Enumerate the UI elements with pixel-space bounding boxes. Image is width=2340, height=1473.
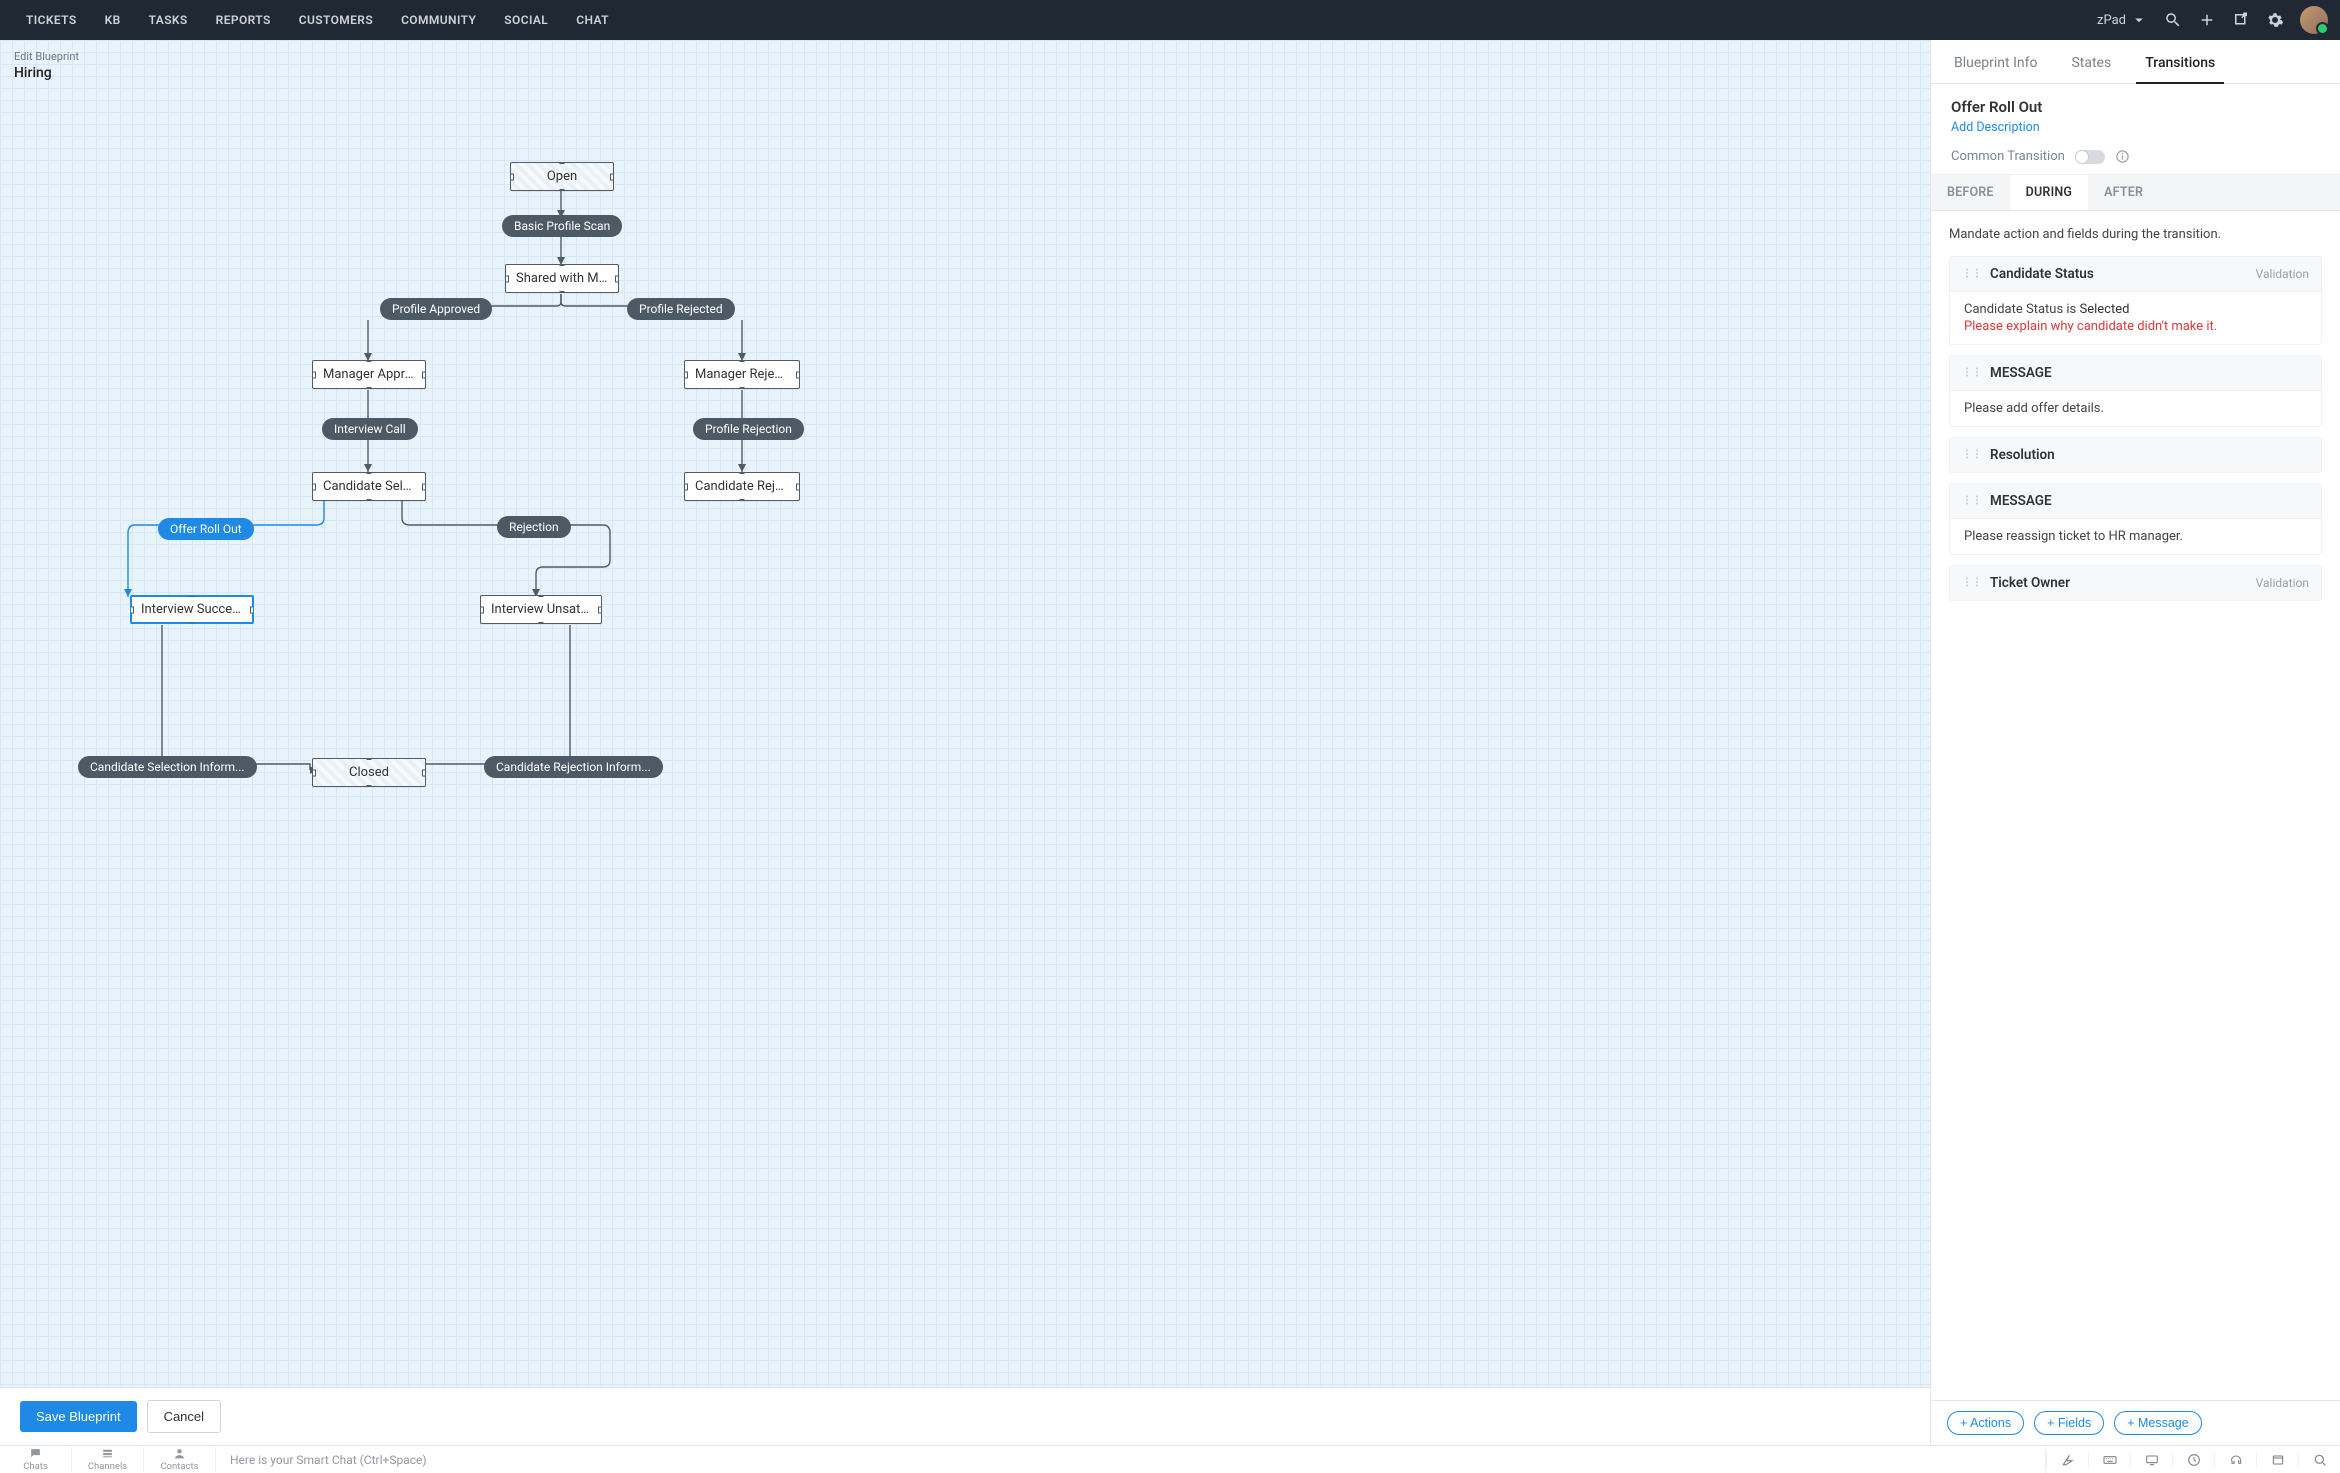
zia-icon[interactable]: [2046, 1452, 2088, 1468]
channels-icon: [101, 1447, 114, 1460]
transition-title: Offer Roll Out: [1951, 98, 2320, 116]
workspace-label: zPad: [2097, 13, 2126, 28]
drag-handle-icon[interactable]: ⋮⋮: [1962, 269, 1982, 279]
blueprint-canvas[interactable]: Open Basic Profile Scan Shared with Mana…: [0, 40, 1930, 1387]
transition-offer-roll-out[interactable]: Offer Roll Out: [158, 518, 254, 540]
gear-icon[interactable]: [2266, 11, 2284, 29]
transition-profile-rejection[interactable]: Profile Rejection: [693, 418, 804, 440]
blueprint-canvas-wrap: Edit Blueprint Hiring: [0, 40, 1930, 1445]
window-icon[interactable]: [2256, 1452, 2298, 1468]
nav-kb[interactable]: KB: [91, 0, 135, 40]
validation-error: Please explain why candidate didn't make…: [1964, 319, 2307, 334]
card-message-1[interactable]: ⋮⋮MESSAGE Please add offer details.: [1949, 355, 2322, 427]
nav-community[interactable]: COMMUNITY: [387, 0, 490, 40]
nav-social[interactable]: SOCIAL: [490, 0, 562, 40]
screen-icon[interactable]: [2130, 1452, 2172, 1468]
clock-icon[interactable]: [2172, 1452, 2214, 1468]
common-transition-label: Common Transition: [1951, 149, 2065, 164]
drag-handle-icon[interactable]: ⋮⋮: [1962, 578, 1982, 588]
state-closed[interactable]: Closed: [312, 758, 426, 787]
breadcrumb: Edit Blueprint: [14, 50, 79, 63]
transition-basic-profile-scan[interactable]: Basic Profile Scan: [502, 215, 622, 237]
card-candidate-status[interactable]: ⋮⋮Candidate StatusValidation Candidate S…: [1949, 256, 2322, 345]
add-fields-button[interactable]: + Fields: [2034, 1411, 2104, 1435]
search-icon-bottom[interactable]: [2298, 1452, 2340, 1468]
nav-tickets[interactable]: TICKETS: [12, 0, 91, 40]
nav-reports[interactable]: REPORTS: [202, 0, 285, 40]
keyboard-icon[interactable]: [2088, 1452, 2130, 1468]
info-icon[interactable]: [2115, 149, 2130, 164]
stage-tab-before[interactable]: BEFORE: [1931, 175, 2010, 210]
cancel-button[interactable]: Cancel: [147, 1400, 221, 1433]
transition-candidate-selection-inform[interactable]: Candidate Selection Inform...: [78, 756, 257, 778]
blueprint-title: Hiring: [14, 65, 79, 81]
nav-chat[interactable]: CHAT: [562, 0, 623, 40]
stage-hint: Mandate action and fields during the tra…: [1949, 227, 2322, 242]
save-blueprint-button[interactable]: Save Blueprint: [20, 1401, 137, 1432]
state-manager-rejected[interactable]: Manager Rejected: [684, 360, 800, 389]
workspace-switcher[interactable]: zPad: [2097, 11, 2148, 29]
state-interview-unsatisfactory[interactable]: Interview Unsatisf...: [480, 595, 602, 624]
chevron-down-icon: [2130, 11, 2148, 29]
stage-tab-after[interactable]: AFTER: [2088, 175, 2159, 210]
top-nav: TICKETS KB TASKS REPORTS CUSTOMERS COMMU…: [0, 0, 2340, 40]
drag-handle-icon[interactable]: ⋮⋮: [1962, 496, 1982, 506]
avatar[interactable]: [2300, 6, 2328, 34]
state-shared-with-manager[interactable]: Shared with Mana...: [505, 264, 619, 293]
transition-rejection[interactable]: Rejection: [497, 516, 571, 538]
state-manager-approved[interactable]: Manager Approved: [312, 360, 426, 389]
search-icon[interactable]: [2164, 11, 2182, 29]
transition-profile-rejected[interactable]: Profile Rejected: [627, 298, 735, 320]
state-interview-success[interactable]: Interview Success...: [130, 595, 254, 624]
bottom-tab-channels[interactable]: Channels: [72, 1447, 144, 1472]
nav-customers[interactable]: CUSTOMERS: [285, 0, 387, 40]
smart-chat-input[interactable]: Here is your Smart Chat (Ctrl+Space): [216, 1446, 2046, 1473]
state-candidate-selected[interactable]: Candidate Select...: [312, 472, 426, 501]
drag-handle-icon[interactable]: ⋮⋮: [1962, 450, 1982, 460]
card-message-2[interactable]: ⋮⋮MESSAGE Please reassign ticket to HR m…: [1949, 483, 2322, 555]
bottom-tab-contacts[interactable]: Contacts: [144, 1447, 216, 1472]
notification-icon[interactable]: [2232, 11, 2250, 29]
drag-handle-icon[interactable]: ⋮⋮: [1962, 368, 1982, 378]
bottom-bar: Chats Channels Contacts Here is your Sma…: [0, 1445, 2340, 1473]
stage-tab-during[interactable]: DURING: [2010, 175, 2088, 210]
card-resolution[interactable]: ⋮⋮Resolution: [1949, 437, 2322, 473]
add-message-button[interactable]: + Message: [2114, 1411, 2202, 1435]
tab-transitions[interactable]: Transitions: [2142, 55, 2218, 83]
card-ticket-owner[interactable]: ⋮⋮Ticket OwnerValidation: [1949, 565, 2322, 601]
chat-bubble-icon: [29, 1447, 42, 1460]
transition-interview-call[interactable]: Interview Call: [322, 418, 418, 440]
add-actions-button[interactable]: + Actions: [1947, 1411, 2024, 1435]
transition-panel: Blueprint Info States Transitions Offer …: [1930, 40, 2340, 1445]
tab-blueprint-info[interactable]: Blueprint Info: [1951, 55, 2040, 83]
tab-states[interactable]: States: [2068, 55, 2114, 83]
bottom-tab-chats[interactable]: Chats: [0, 1447, 72, 1472]
transition-profile-approved[interactable]: Profile Approved: [380, 298, 492, 320]
plus-icon[interactable]: [2198, 11, 2216, 29]
transition-candidate-rejection-inform[interactable]: Candidate Rejection Inform...: [484, 756, 663, 778]
common-transition-toggle[interactable]: [2075, 150, 2105, 164]
add-description-link[interactable]: Add Description: [1951, 120, 2320, 135]
state-candidate-rejected[interactable]: Candidate Reject...: [684, 472, 800, 501]
nav-tasks[interactable]: TASKS: [135, 0, 202, 40]
headset-icon[interactable]: [2214, 1452, 2256, 1468]
contacts-icon: [173, 1447, 186, 1460]
canvas-footer: Save Blueprint Cancel: [0, 1387, 1930, 1445]
state-open[interactable]: Open: [510, 162, 614, 191]
